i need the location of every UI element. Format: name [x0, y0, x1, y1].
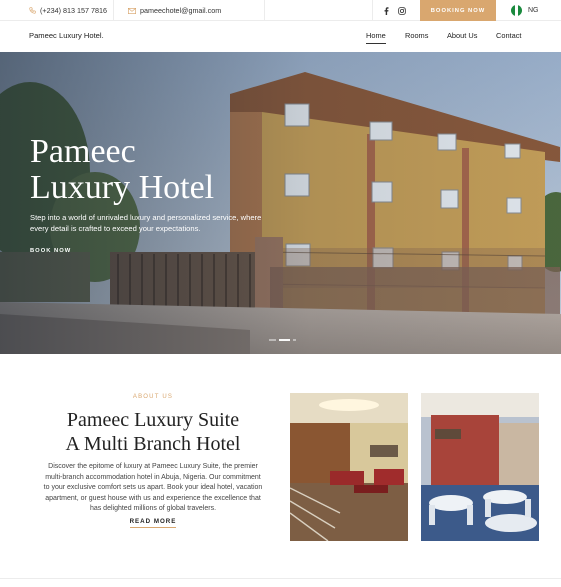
- hero-title-line-1: Pameec: [30, 133, 136, 170]
- phone-contact[interactable]: (+234) 813 157 7816: [29, 0, 107, 21]
- nav-home[interactable]: Home: [366, 31, 386, 44]
- about-description: Discover the epitome of luxury at Pameec…: [43, 463, 263, 512]
- book-now-button[interactable]: BOOK NOW: [30, 248, 71, 254]
- slider-dot[interactable]: [293, 339, 296, 341]
- hero-title: Pameec Luxury Hotel: [30, 134, 214, 206]
- nav-contact[interactable]: Contact: [496, 31, 521, 40]
- instagram-icon[interactable]: [398, 2, 406, 20]
- read-more-link[interactable]: READ MORE: [0, 518, 306, 528]
- hero-banner: Pameec Luxury Hotel Step into a world of…: [0, 52, 561, 354]
- nav-rooms[interactable]: Rooms: [405, 31, 428, 40]
- section-divider: [0, 578, 561, 579]
- language-selector[interactable]: NG: [511, 0, 539, 21]
- language-code: NG: [528, 7, 539, 14]
- read-more-label[interactable]: READ MORE: [129, 518, 177, 528]
- dining-room-photo: [421, 393, 539, 541]
- about-us-label: ABOUT US: [132, 394, 174, 400]
- slider-dot-active[interactable]: [279, 339, 290, 341]
- about-title-line-2: A Multi Branch Hotel: [65, 433, 241, 455]
- main-navbar: Pameec Luxury Hotel. Home Rooms About Us…: [0, 21, 561, 52]
- about-title: Pameec Luxury Suite A Multi Branch Hotel: [0, 408, 306, 456]
- topbar-divider: [113, 0, 114, 21]
- booking-now-button[interactable]: BOOKING NOW: [420, 0, 496, 21]
- lobby-photo: [290, 393, 408, 541]
- email-address: pameechotel@gmail.com: [140, 6, 222, 15]
- hero-title-line-2: Luxury Hotel: [30, 169, 215, 206]
- social-links: [384, 0, 406, 21]
- slider-pagination: [269, 339, 296, 341]
- top-bar: (+234) 813 157 7816 pameechotel@gmail.co…: [0, 0, 561, 21]
- nigeria-flag-icon: [511, 5, 522, 16]
- slider-dot[interactable]: [269, 339, 276, 341]
- hero-subtitle: Step into a world of unrivaled luxury an…: [30, 213, 262, 233]
- email-contact[interactable]: pameechotel@gmail.com: [128, 0, 221, 21]
- phone-icon: [29, 7, 36, 14]
- brand-name[interactable]: Pameec Luxury Hotel.: [29, 31, 104, 40]
- topbar-divider: [264, 0, 265, 21]
- topbar-divider: [372, 0, 373, 21]
- envelope-icon: [128, 7, 136, 14]
- about-title-line-1: Pameec Luxury Suite: [66, 409, 240, 431]
- phone-number: (+234) 813 157 7816: [40, 6, 107, 15]
- facebook-icon[interactable]: [384, 2, 389, 20]
- nav-about-us[interactable]: About Us: [447, 31, 477, 40]
